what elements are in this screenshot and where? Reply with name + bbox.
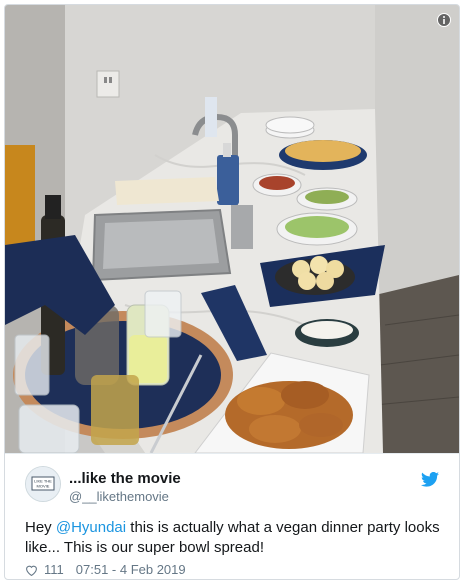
tweet-text-start: Hey [25,519,56,536]
user-handle[interactable]: @__likethemovie [69,489,169,504]
tweet-content: LIKE THE MOVIE ...like the movie @__like… [5,453,459,579]
party-spread-image [5,5,459,453]
like-count[interactable]: 111 [44,562,64,577]
tweet-timestamp[interactable]: 07:51 - 4 Feb 2019 [76,562,186,577]
avatar-logo-icon: LIKE THE MOVIE [26,467,60,501]
embedded-tweet-card: LIKE THE MOVIE ...like the movie @__like… [4,4,460,580]
info-icon[interactable] [437,13,451,27]
tweet-photo[interactable] [5,5,459,453]
tweet-meta: 111 07:51 - 4 Feb 2019 [25,562,186,577]
svg-text:MOVIE: MOVIE [37,484,50,489]
avatar[interactable]: LIKE THE MOVIE [25,466,61,502]
twitter-bird-icon[interactable] [421,472,439,487]
display-name[interactable]: ...like the movie [69,470,181,487]
heart-icon[interactable] [25,564,38,576]
mention-link[interactable]: @Hyundai [56,519,126,536]
tweet-text: Hey @Hyundai this is actually what a veg… [25,518,441,558]
